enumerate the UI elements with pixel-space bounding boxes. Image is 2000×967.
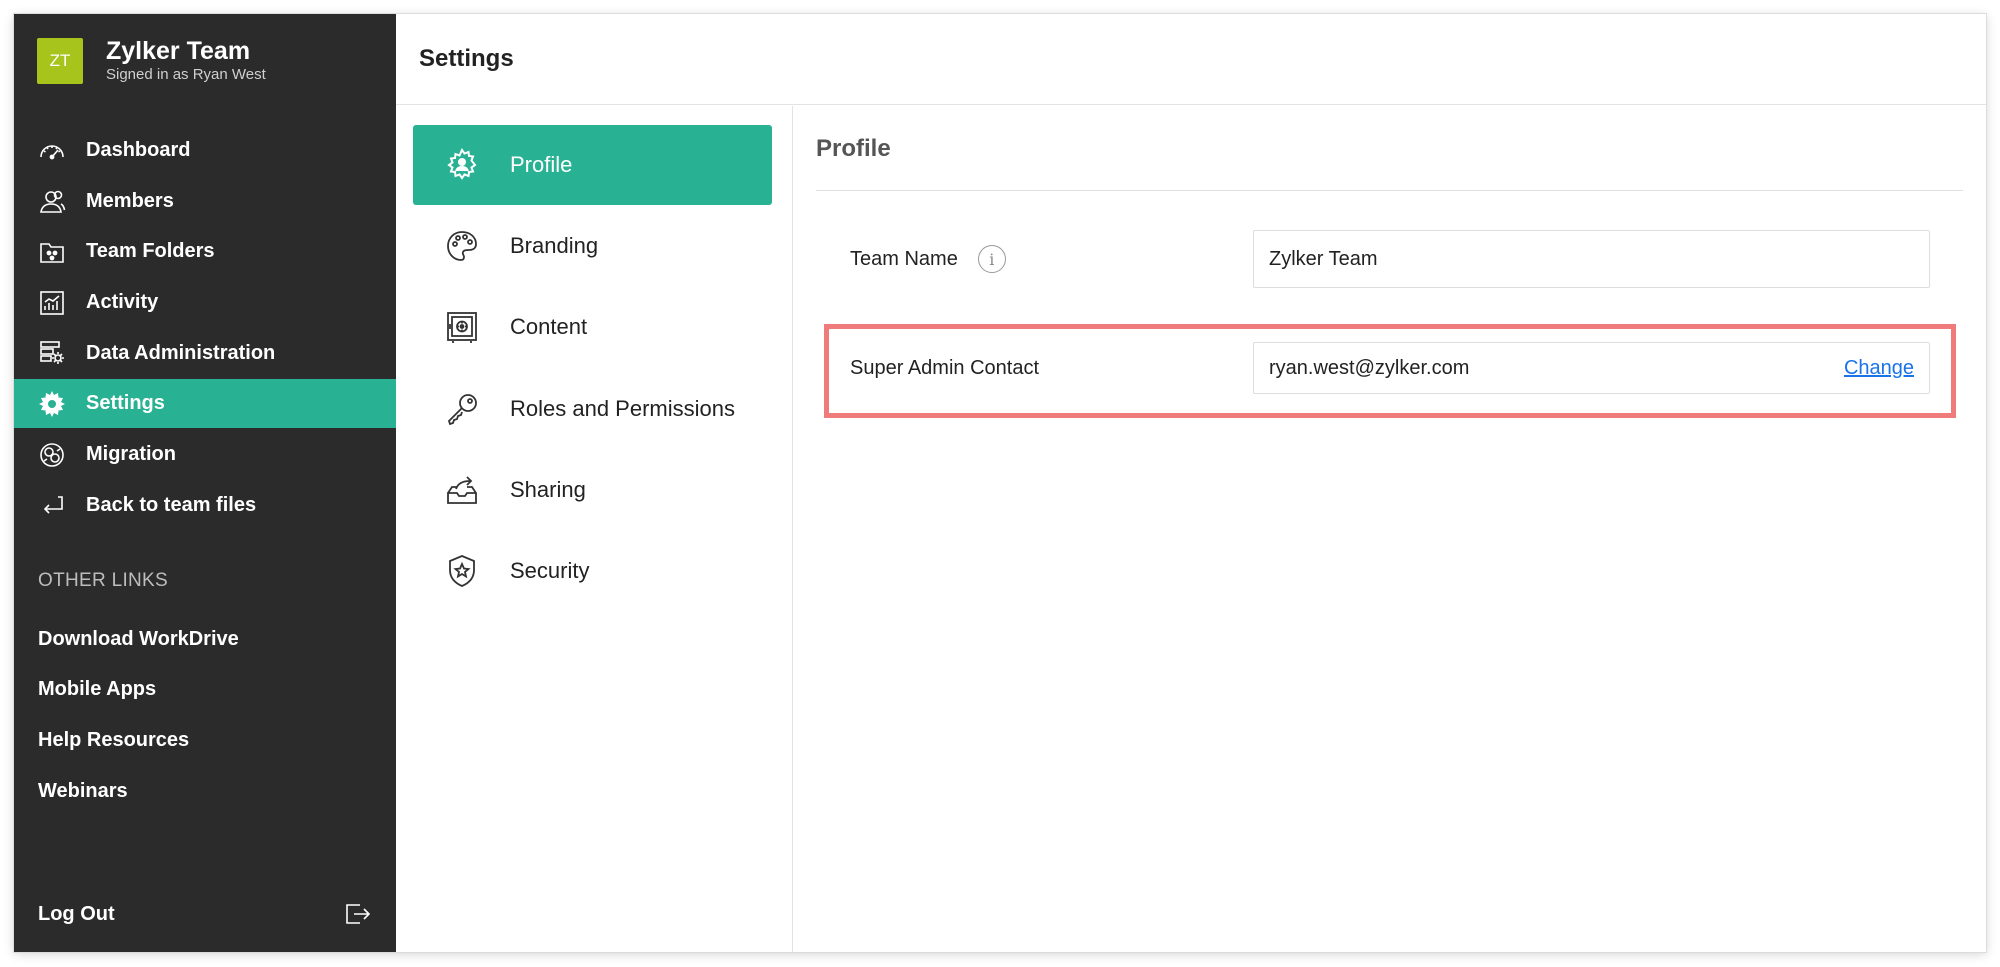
team-brand: ZT Zylker Team Signed in as Ryan West xyxy=(37,37,266,84)
other-links: Download WorkDrive Mobile Apps Help Reso… xyxy=(38,614,239,816)
tab-security[interactable]: Security xyxy=(413,531,772,611)
page-title: Settings xyxy=(419,45,514,72)
download-workdrive-link[interactable]: Download WorkDrive xyxy=(38,614,239,665)
gauge-icon xyxy=(37,136,67,166)
signed-in-text: Signed in as Ryan West xyxy=(106,66,266,83)
share-tray-icon xyxy=(444,472,480,508)
panel-title: Profile xyxy=(816,135,891,162)
activity-chart-icon xyxy=(37,288,67,318)
team-name-input[interactable]: Zylker Team xyxy=(1253,230,1930,288)
sidebar-item-label: Back to team files xyxy=(86,493,257,516)
members-icon xyxy=(37,186,67,216)
sidebar-item-label: Migration xyxy=(86,443,176,466)
sidebar-item-label: Settings xyxy=(86,392,165,415)
settings-nav: Profile Branding Content Roles and Permi… xyxy=(396,106,793,952)
team-name-label: Team Name xyxy=(850,247,958,270)
settings-gear-icon xyxy=(37,389,67,419)
tab-label: Content xyxy=(510,314,588,340)
super-admin-label: Super Admin Contact xyxy=(850,356,1039,379)
super-admin-field: ryan.west@zylker.com Change xyxy=(1253,342,1930,394)
team-name-label-wrap: Team Name i xyxy=(850,230,1006,288)
sidebar-item-label: Team Folders xyxy=(86,240,215,263)
super-admin-email: ryan.west@zylker.com xyxy=(1269,356,1470,379)
sidebar-item-back-to-team-files[interactable]: Back to team files xyxy=(14,481,396,530)
team-name: Zylker Team xyxy=(106,37,251,65)
sidebar-item-migration[interactable]: Migration xyxy=(14,430,396,479)
page-header: Settings xyxy=(396,14,1986,105)
tab-roles-and-permissions[interactable]: Roles and Permissions xyxy=(413,369,772,449)
profile-gear-icon xyxy=(444,147,480,183)
sidebar-item-label: Dashboard xyxy=(86,139,191,161)
safe-icon xyxy=(444,309,480,345)
migration-icon xyxy=(37,440,67,470)
sidebar-item-team-folders[interactable]: Team Folders xyxy=(14,227,396,276)
logout-icon[interactable] xyxy=(342,899,372,929)
profile-panel: Profile Team Name i Zylker Team Super Ad… xyxy=(793,106,1986,952)
sidebar-item-members[interactable]: Members xyxy=(14,177,396,226)
webinars-link[interactable]: Webinars xyxy=(38,766,239,817)
sidebar-nav: Dashboard Members Team Folders Activity xyxy=(14,126,396,532)
sidebar-item-dashboard[interactable]: Dashboard xyxy=(14,126,396,175)
sidebar-item-label: Data Administration xyxy=(86,341,276,364)
tab-label: Branding xyxy=(510,233,599,259)
app-window: ZT Zylker Team Signed in as Ryan West Da… xyxy=(14,14,1986,952)
tab-sharing[interactable]: Sharing xyxy=(413,450,772,530)
tab-branding[interactable]: Branding xyxy=(413,206,772,286)
change-link[interactable]: Change xyxy=(1844,357,1914,380)
logout-label[interactable]: Log Out xyxy=(38,903,115,926)
team-folder-icon xyxy=(37,237,67,267)
tab-label: Sharing xyxy=(510,476,586,502)
team-avatar: ZT xyxy=(37,37,83,84)
key-icon xyxy=(444,391,480,427)
other-links-title: OTHER LINKS xyxy=(38,570,168,591)
tab-content[interactable]: Content xyxy=(413,287,772,367)
logout-row: Log Out xyxy=(38,894,372,934)
sidebar-item-label: Activity xyxy=(86,291,159,314)
settings-content: Profile Branding Content Roles and Permi… xyxy=(396,106,1986,952)
super-admin-row: Super Admin Contact ryan.west@zylker.com… xyxy=(816,342,1963,394)
sidebar-item-activity[interactable]: Activity xyxy=(14,278,396,327)
team-name-row: Team Name i Zylker Team xyxy=(816,230,1963,288)
tab-profile[interactable]: Profile xyxy=(413,125,772,205)
mobile-apps-link[interactable]: Mobile Apps xyxy=(38,665,239,716)
shield-star-icon xyxy=(444,553,480,589)
palette-icon xyxy=(444,228,480,264)
main-area: Settings Profile Branding Content Roles … xyxy=(396,14,1986,952)
back-arrow-icon xyxy=(37,490,67,520)
super-admin-label-wrap: Super Admin Contact xyxy=(850,342,1039,394)
tab-label: Roles and Permissions xyxy=(510,395,735,421)
panel-divider xyxy=(816,190,1963,191)
help-resources-link[interactable]: Help Resources xyxy=(38,715,239,766)
data-admin-icon xyxy=(37,338,67,368)
brand-text: Zylker Team Signed in as Ryan West xyxy=(106,37,266,84)
team-name-value: Zylker Team xyxy=(1269,247,1378,270)
sidebar-item-label: Members xyxy=(86,189,174,212)
sidebar-item-data-administration[interactable]: Data Administration xyxy=(14,329,396,378)
tab-label: Security xyxy=(510,557,590,583)
info-icon[interactable]: i xyxy=(977,245,1006,273)
sidebar: ZT Zylker Team Signed in as Ryan West Da… xyxy=(14,14,396,952)
sidebar-item-settings[interactable]: Settings xyxy=(14,379,396,429)
tab-label: Profile xyxy=(510,152,573,177)
